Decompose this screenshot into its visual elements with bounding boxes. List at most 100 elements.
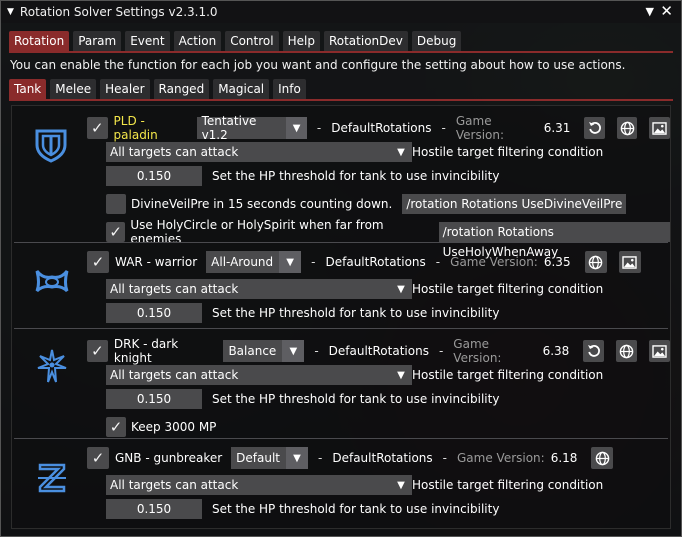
subtab-underline <box>9 99 673 101</box>
globe-icon[interactable] <box>584 251 607 273</box>
separator-dash: - <box>311 255 316 269</box>
game-version-value: 6.38 <box>542 344 570 358</box>
role-tab-bar: Tank Melee Healer Ranged Magical Info <box>9 79 306 99</box>
enable-checkbox-pld[interactable]: ✓ <box>87 117 108 139</box>
game-version-value: 6.18 <box>550 451 578 465</box>
enable-checkbox-gnb[interactable]: ✓ <box>87 447 109 469</box>
target-filter-select-gnb[interactable]: All targets can attack ▼ <box>106 475 412 495</box>
target-filter-select-war[interactable]: All targets can attack ▼ <box>106 279 412 299</box>
hp-threshold-input-gnb[interactable]: 0.150 <box>106 499 202 519</box>
tab-action[interactable]: Action <box>173 31 222 51</box>
target-filter-select-pld[interactable]: All targets can attack ▼ <box>106 142 412 162</box>
enable-checkbox-drk[interactable]: ✓ <box>87 340 108 362</box>
holy-checkbox[interactable]: ✓ <box>106 222 126 242</box>
dropdown-arrow-icon: ▼ <box>286 447 309 469</box>
gunbreaker-job-icon <box>38 463 66 493</box>
tab-magical[interactable]: Magical <box>213 79 270 99</box>
filter-label: Hostile target filtering condition <box>412 145 604 159</box>
title-bar[interactable]: ▼ Rotation Solver Settings v2.3.1.0 ▼ ✕ <box>1 1 681 23</box>
tab-control[interactable]: Control <box>225 31 279 51</box>
rotation-select-gnb[interactable]: Default ▼ <box>231 447 309 469</box>
dropdown-arrow-icon: ▼ <box>282 340 305 362</box>
close-icon[interactable]: ✕ <box>660 2 673 20</box>
warrior-job-icon <box>35 270 69 293</box>
hp-threshold-label: Set the HP threshold for tank to use inv… <box>212 502 500 516</box>
hp-threshold-value: 0.150 <box>136 306 172 320</box>
separator-dash: - <box>316 121 322 135</box>
tab-param[interactable]: Param <box>73 31 122 51</box>
game-version-label: Game Version: <box>450 255 538 269</box>
game-version-label: Game Version: <box>453 337 502 365</box>
globe-icon[interactable] <box>591 447 614 469</box>
tab-ranged[interactable]: Ranged <box>153 79 210 99</box>
separator-dash: - <box>318 451 323 465</box>
divineveil-checkbox[interactable]: ✓ <box>106 194 126 214</box>
rotation-select-war[interactable]: All-Around ▼ <box>206 251 302 273</box>
hp-threshold-label: Set the HP threshold for tank to use inv… <box>212 392 500 406</box>
target-filter-select-drk[interactable]: All targets can attack ▼ <box>106 365 412 385</box>
collapse-icon[interactable]: ▼ <box>7 7 14 17</box>
tab-event[interactable]: Event <box>125 31 170 51</box>
option-row-divineveil: ✓ DivineVeilPre in 15 seconds counting d… <box>106 194 627 214</box>
tab-rotation[interactable]: Rotation <box>9 31 70 51</box>
tab-help[interactable]: Help <box>282 31 320 51</box>
holy-command[interactable]: /rotation Rotations UseHolyWhenAway <box>438 222 670 259</box>
enable-checkbox-war[interactable]: ✓ <box>87 251 109 273</box>
section-divider <box>14 328 668 329</box>
tab-healer[interactable]: Healer <box>100 79 150 99</box>
keep-mp-label: Keep 3000 MP <box>131 420 217 434</box>
hp-threshold-value: 0.150 <box>136 502 172 516</box>
tab-melee[interactable]: Melee <box>50 79 97 99</box>
game-version-value: 6.31 <box>543 121 571 135</box>
hp-threshold-value: 0.150 <box>136 392 172 406</box>
separator-dash: - <box>438 344 444 358</box>
globe-icon[interactable] <box>616 340 638 362</box>
game-version-label: Game Version: <box>457 451 545 465</box>
separator-dash: - <box>435 255 441 269</box>
filter-value: All targets can attack <box>110 282 239 296</box>
rotations-source: DefaultRotations <box>325 255 426 269</box>
reset-icon[interactable] <box>584 117 605 139</box>
chevron-down-icon[interactable]: ▼ <box>646 5 654 18</box>
rotations-source: DefaultRotations <box>328 344 429 358</box>
divineveil-command[interactable]: /rotation Rotations UseDivineVeilPre <box>402 194 627 214</box>
tab-info[interactable]: Info <box>273 79 306 99</box>
image-icon[interactable] <box>649 340 670 362</box>
reset-icon[interactable] <box>583 340 605 362</box>
job-name-war[interactable]: WAR - warrior <box>115 255 197 269</box>
hp-threshold-input-war[interactable]: 0.150 <box>106 303 202 323</box>
game-version-value: 6.35 <box>543 255 571 269</box>
hp-threshold-input-drk[interactable]: 0.150 <box>106 389 202 409</box>
tab-tank[interactable]: Tank <box>9 79 47 99</box>
job-name-gnb[interactable]: GNB - gunbreaker <box>115 451 222 465</box>
separator-dash: - <box>441 121 446 135</box>
image-icon[interactable] <box>649 117 670 139</box>
rotation-select-value: Default <box>236 451 281 465</box>
job-list-panel[interactable]: ✓ PLD - paladin Tentative v1.2 ▼ - Defau… <box>11 105 671 529</box>
tab-rotationdev[interactable]: RotationDev <box>323 31 408 51</box>
job-header-war: ✓ WAR - warrior All-Around ▼ - DefaultRo… <box>87 251 641 273</box>
filter-value: All targets can attack <box>110 478 239 492</box>
rotation-select-value: All-Around <box>211 255 274 269</box>
tab-underline <box>9 51 673 53</box>
keep-mp-checkbox[interactable]: ✓ <box>106 417 126 437</box>
filter-value: All targets can attack <box>110 145 239 159</box>
main-tab-bar: Rotation Param Event Action Control Help… <box>9 31 462 51</box>
image-icon[interactable] <box>618 251 641 273</box>
dropdown-arrow-icon: ▼ <box>279 251 302 273</box>
rotation-select-value: Balance <box>228 344 277 358</box>
tab-debug[interactable]: Debug <box>411 31 462 51</box>
rotation-select-drk[interactable]: Balance ▼ <box>223 340 305 362</box>
section-divider <box>14 242 668 243</box>
job-name-pld[interactable]: PLD - paladin <box>114 114 188 142</box>
job-name-drk[interactable]: DRK - dark knight <box>114 337 215 365</box>
hp-threshold-value: 0.150 <box>136 169 172 183</box>
dropdown-arrow-icon: ▼ <box>397 283 405 295</box>
filter-label: Hostile target filtering condition <box>412 478 604 492</box>
divineveil-label: DivineVeilPre in 15 seconds counting dow… <box>131 197 393 211</box>
rotation-select-pld[interactable]: Tentative v1.2 ▼ <box>196 114 307 142</box>
rotation-select-value: Tentative v1.2 <box>201 114 257 142</box>
dropdown-arrow-icon: ▼ <box>397 369 405 381</box>
globe-icon[interactable] <box>616 117 638 139</box>
hp-threshold-input-pld[interactable]: 0.150 <box>106 166 202 186</box>
